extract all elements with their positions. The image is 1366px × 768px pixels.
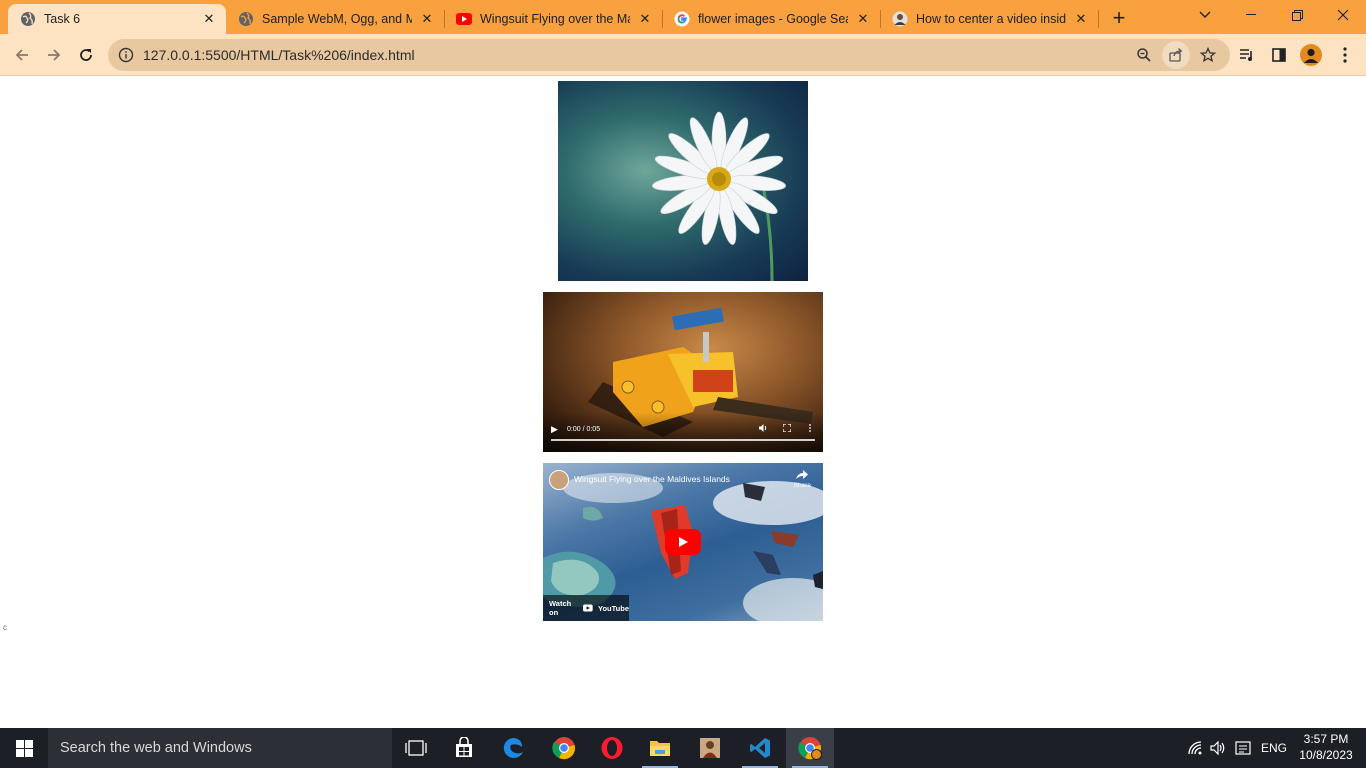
youtube-play-button[interactable] <box>665 529 701 555</box>
tab-title: Task 6 <box>44 12 81 26</box>
chevron-down-icon <box>1199 11 1211 18</box>
daisy-flower-image <box>558 81 808 281</box>
arrow-left-icon <box>15 49 28 61</box>
video-progress-bar[interactable] <box>551 439 815 441</box>
arrow-right-icon <box>48 49 61 61</box>
profile-avatar[interactable] <box>1300 44 1322 66</box>
watch-on-label: Watch on <box>549 599 572 617</box>
share-icon[interactable] <box>1162 41 1190 69</box>
tab-flower-images-google[interactable]: flower images - Google Search ✕ <box>662 4 880 34</box>
opera-icon[interactable] <box>588 728 636 768</box>
play-icon[interactable]: ▶ <box>551 424 558 435</box>
address-bar[interactable]: 127.0.0.1:5500/HTML/Task%206/index.html <box>108 39 1230 71</box>
video-player[interactable]: ▶ 0:00 / 0:05 <box>543 292 823 452</box>
browser-toolbar: 127.0.0.1:5500/HTML/Task%206/index.html <box>0 34 1366 76</box>
windows-taskbar: Search the web and Windows ENG 3:57 PM 1… <box>0 728 1366 768</box>
start-button[interactable] <box>0 728 48 768</box>
windows-logo-icon <box>15 739 33 757</box>
youtube-embed[interactable]: Wingsuit Flying over the Maldives Island… <box>543 463 823 621</box>
screen: Task 6 ✕ Sample WebM, Ogg, and MP4 ✕ Win… <box>0 0 1366 768</box>
reload-icon <box>80 49 92 61</box>
tab-title: flower images - Google Search <box>698 12 848 26</box>
vscode-icon[interactable] <box>736 728 784 768</box>
tab-search-button[interactable] <box>1182 0 1228 30</box>
new-tab-button[interactable]: + <box>1106 5 1132 31</box>
tab-strip: Task 6 ✕ Sample WebM, Ogg, and MP4 ✕ Win… <box>0 0 1366 34</box>
youtube-icon <box>456 11 472 27</box>
chrome-icon[interactable] <box>540 728 588 768</box>
close-window-button[interactable] <box>1320 0 1366 30</box>
back-button[interactable] <box>9 42 35 68</box>
close-icon[interactable]: ✕ <box>418 10 436 28</box>
web-page: ▶ 0:00 / 0:05 Wingsuit Flying over the M… <box>0 77 1366 728</box>
close-icon <box>1337 9 1349 21</box>
forward-button[interactable] <box>41 42 67 68</box>
video-time: 0:00 / 0:05 <box>567 426 601 433</box>
notifications-icon[interactable] <box>1235 728 1251 768</box>
chrome-profile-icon[interactable] <box>786 728 834 768</box>
bookmark-star-icon[interactable] <box>1197 44 1219 66</box>
tab-task-6[interactable]: Task 6 ✕ <box>8 4 226 34</box>
avatar-icon <box>892 11 908 27</box>
stray-character: c <box>3 623 7 632</box>
share-arrow-icon <box>796 470 809 479</box>
tab-title: Wingsuit Flying over the Maldives Island… <box>480 12 630 26</box>
minimize-button[interactable] <box>1228 0 1274 30</box>
globe-icon <box>20 11 36 27</box>
close-icon[interactable]: ✕ <box>1072 10 1090 28</box>
youtube-logo-icon <box>583 604 594 612</box>
share-label: Share <box>793 482 811 489</box>
file-explorer-icon[interactable] <box>636 728 684 768</box>
photo-app-icon[interactable] <box>686 728 734 768</box>
channel-avatar[interactable] <box>549 470 569 490</box>
profile-icon <box>1300 44 1322 66</box>
restore-button[interactable] <box>1274 0 1320 30</box>
tab-wingsuit-youtube[interactable]: Wingsuit Flying over the Maldives Island… <box>444 4 662 34</box>
google-icon <box>674 11 690 27</box>
info-icon[interactable] <box>118 47 134 63</box>
share-button[interactable]: Share <box>794 470 811 489</box>
clock[interactable]: 3:57 PM 10/8/2023 <box>1292 731 1360 763</box>
reload-button[interactable] <box>73 42 99 68</box>
close-icon[interactable]: ✕ <box>854 10 872 28</box>
tab-separator <box>1098 10 1099 28</box>
taskbar-search-box[interactable]: Search the web and Windows <box>48 728 392 768</box>
close-icon[interactable]: ✕ <box>636 10 654 28</box>
zoom-icon[interactable] <box>1133 44 1155 66</box>
edge-icon[interactable] <box>490 728 538 768</box>
clock-date: 10/8/2023 <box>1299 748 1353 762</box>
more-options-icon[interactable] <box>809 424 811 434</box>
network-icon[interactable] <box>1188 728 1204 768</box>
video-controls: ▶ 0:00 / 0:05 <box>543 412 823 452</box>
reading-list-icon[interactable] <box>1236 44 1258 66</box>
store-icon[interactable] <box>440 728 488 768</box>
tab-title: Sample WebM, Ogg, and MP4 <box>262 12 412 26</box>
globe-icon <box>238 11 254 27</box>
task-view-icon[interactable] <box>392 728 440 768</box>
restore-icon <box>1291 9 1303 21</box>
close-icon[interactable]: ✕ <box>200 10 218 28</box>
tab-center-video[interactable]: How to center a video inside ✕ <box>880 4 1098 34</box>
minimize-icon <box>1246 14 1256 15</box>
volume-icon[interactable] <box>759 424 768 434</box>
youtube-brand: YouTube <box>598 603 629 613</box>
fullscreen-icon[interactable] <box>782 423 792 434</box>
side-panel-icon[interactable] <box>1268 44 1290 66</box>
menu-kebab-icon[interactable] <box>1334 44 1356 66</box>
watch-on-youtube-link[interactable]: Watch on YouTube <box>543 595 629 621</box>
clock-time: 3:57 PM <box>1303 732 1349 746</box>
volume-icon[interactable] <box>1210 728 1226 768</box>
url-text[interactable]: 127.0.0.1:5500/HTML/Task%206/index.html <box>143 39 415 71</box>
tab-title: How to center a video inside <box>916 12 1066 26</box>
language-indicator[interactable]: ENG <box>1261 728 1287 768</box>
youtube-video-title[interactable]: Wingsuit Flying over the Maldives Island… <box>574 474 730 484</box>
play-icon <box>679 537 688 547</box>
tab-sample-webm[interactable]: Sample WebM, Ogg, and MP4 ✕ <box>226 4 444 34</box>
